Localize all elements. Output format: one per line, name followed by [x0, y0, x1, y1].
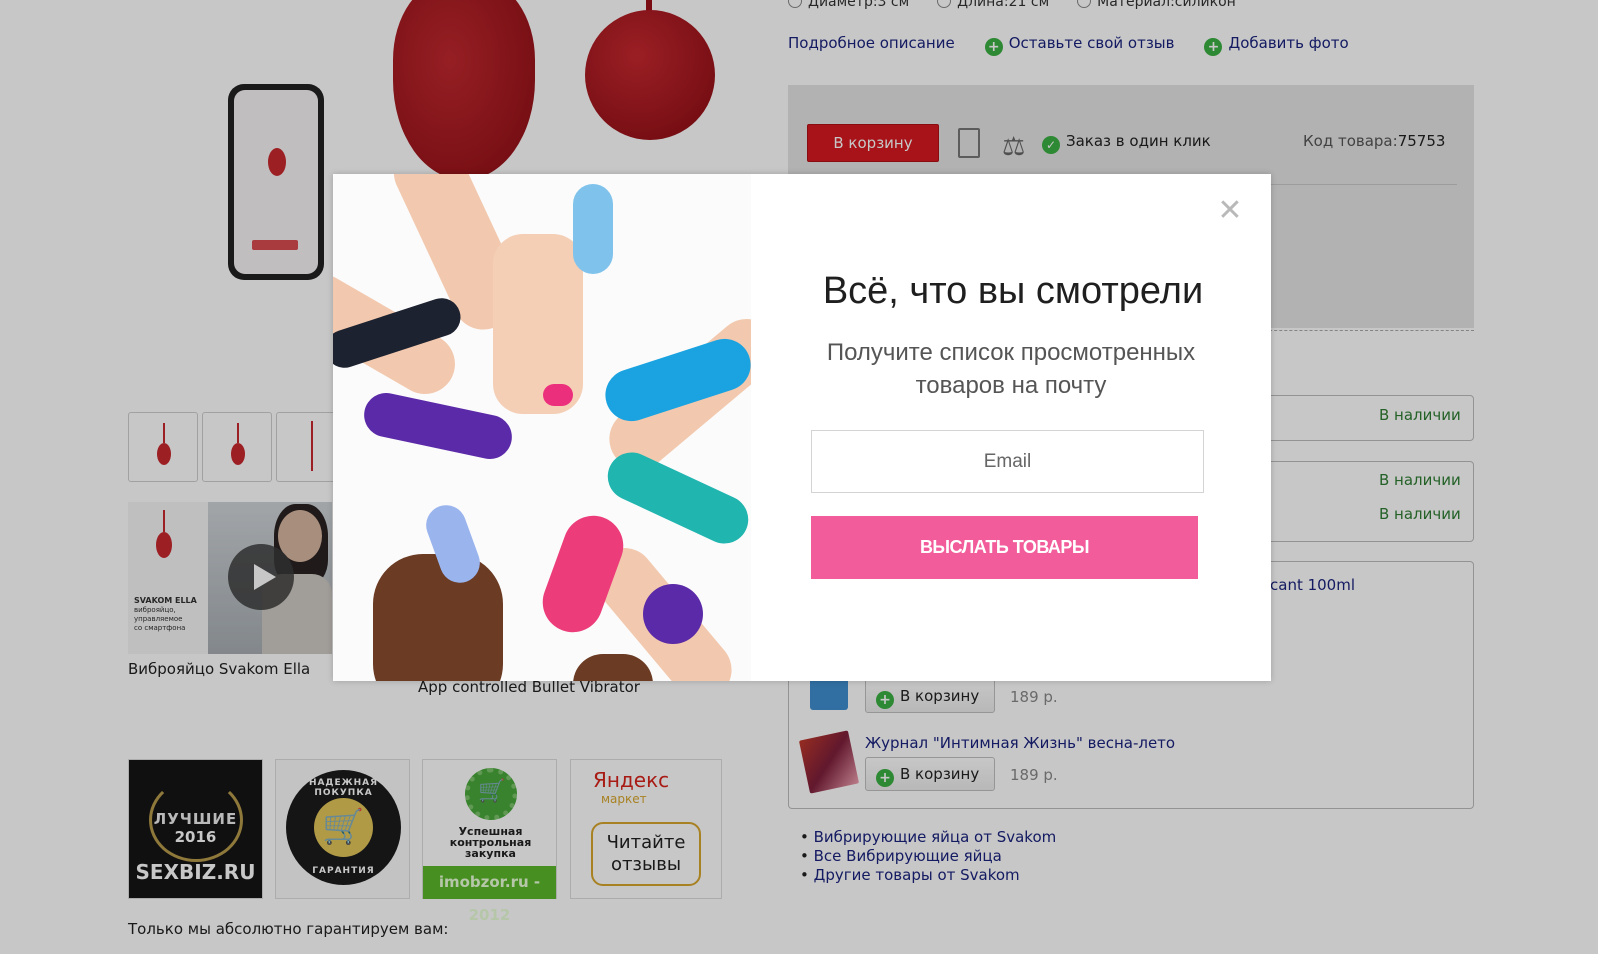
viewed-items-modal: ✕ Всё, что вы смотрели Получите список п… [333, 174, 1271, 681]
modal-content: ✕ Всё, что вы смотрели Получите список п… [751, 174, 1271, 681]
close-icon[interactable]: ✕ [1217, 196, 1243, 226]
modal-title: Всё, что вы смотрели [822, 270, 1204, 312]
modal-subtitle: Получите список просмотренных товаров на… [826, 339, 1196, 399]
send-items-button[interactable]: ВЫСЛАТЬ ТОВАРЫ [811, 516, 1198, 579]
email-field[interactable] [811, 430, 1204, 493]
modal-promo-image [333, 174, 751, 681]
